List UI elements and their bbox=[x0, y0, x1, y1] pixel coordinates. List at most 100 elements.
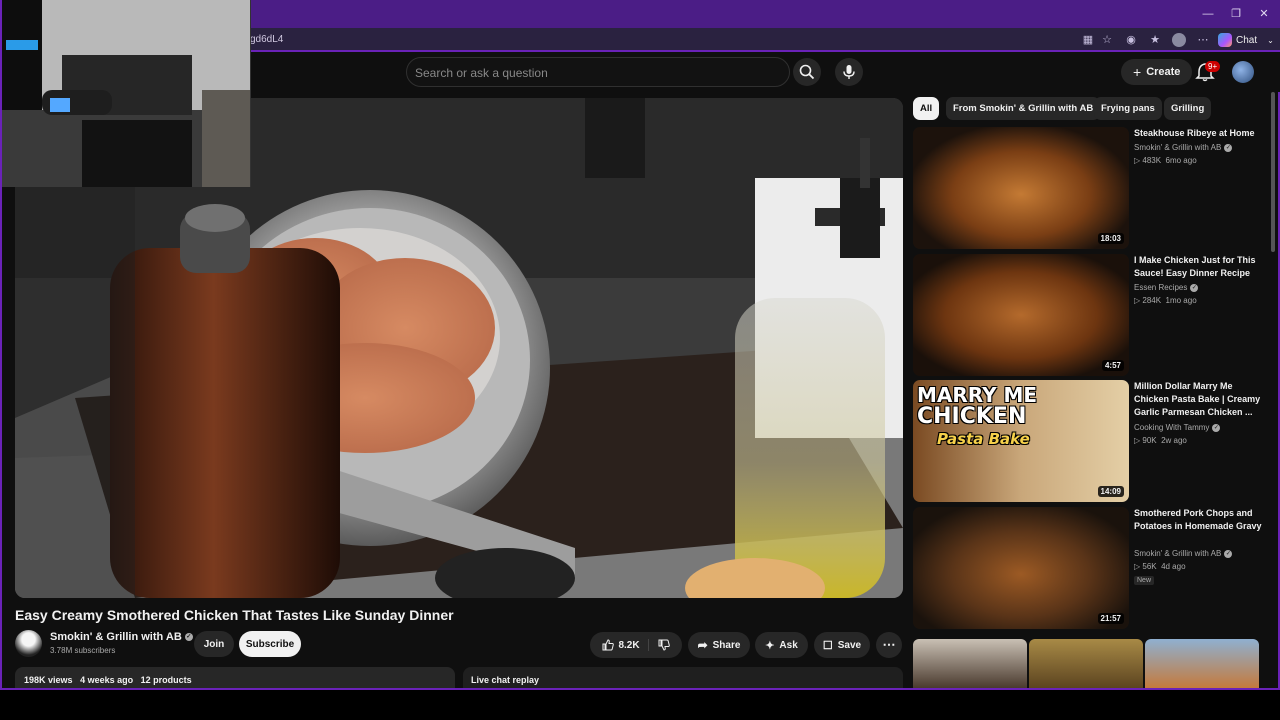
minimize-icon[interactable]: — bbox=[1201, 7, 1215, 21]
save-label: Save bbox=[837, 639, 862, 651]
verified-check-icon: ✓ bbox=[1212, 423, 1221, 432]
search-button[interactable] bbox=[793, 58, 821, 86]
like-dislike-group: 8.2K bbox=[590, 632, 682, 658]
thumbnail-text-line-2: CHICKEN bbox=[917, 404, 1027, 429]
recommendation-title[interactable]: Steakhouse Ribeye at Home bbox=[1134, 127, 1262, 140]
ask-button[interactable]: ✦ Ask bbox=[755, 632, 808, 658]
thumbs-down-icon[interactable] bbox=[658, 639, 670, 651]
reader-view-icon[interactable]: ▦ bbox=[1081, 33, 1095, 47]
bookmark-icon: ☐ bbox=[822, 639, 833, 652]
search-icon bbox=[799, 64, 815, 80]
favorite-star-icon[interactable]: ☆ bbox=[1100, 33, 1114, 47]
chip-grilling[interactable]: Grilling bbox=[1164, 97, 1212, 120]
chevron-down-icon: ⌄ bbox=[1267, 35, 1274, 45]
recommendation-views: 483K bbox=[1142, 156, 1162, 165]
share-button[interactable]: ➦ Share bbox=[688, 632, 750, 658]
webcam-image bbox=[2, 0, 250, 187]
voice-search-button[interactable] bbox=[835, 58, 863, 86]
recommendation-channel[interactable]: Essen Recipes ✓ bbox=[1134, 283, 1199, 292]
video-title: Easy Creamy Smothered Chicken That Taste… bbox=[15, 607, 454, 623]
search-input[interactable]: Search or ask a question bbox=[406, 57, 790, 87]
channel-name[interactable]: Smokin' & Grillin with AB ✓ bbox=[50, 631, 193, 643]
account-avatar[interactable] bbox=[1232, 61, 1254, 83]
chip-frying-pans[interactable]: Frying pans bbox=[1094, 97, 1162, 120]
copilot-chat-button[interactable]: Chat ⌄ bbox=[1218, 31, 1274, 49]
thumbnail-text-line-3: Pasta Bake bbox=[937, 430, 1030, 448]
channel-name-text: Smokin' & Grillin with AB bbox=[50, 631, 182, 643]
more-horizontal-icon: ⋯ bbox=[882, 637, 896, 652]
recommendation-item[interactable]: 4:57 I Make Chicken Just for This Sauce!… bbox=[913, 254, 1263, 377]
recommendation-title[interactable]: Smothered Pork Chops and Potatoes in Hom… bbox=[1134, 507, 1262, 533]
browser-window: — ❐ ✕ gd6dL4 ▦ ☆ ◉ ★ ⋯ Chat ⌄ Search or … bbox=[0, 0, 1280, 690]
channel-avatar[interactable] bbox=[15, 630, 42, 657]
video-thumbnail[interactable]: 21:57 bbox=[913, 507, 1129, 629]
favorites-icon[interactable]: ★ bbox=[1148, 33, 1162, 47]
live-chat-replay-panel[interactable]: Live chat replay bbox=[463, 667, 903, 688]
recommendation-meta: ▷ 90K 2w ago bbox=[1134, 436, 1187, 445]
recommendation-views: 90K bbox=[1142, 436, 1157, 445]
subscribe-button[interactable]: Subscribe bbox=[239, 631, 301, 657]
thumbnail-text-line-1: MARRY ME bbox=[917, 383, 1038, 407]
video-duration: 18:03 bbox=[1097, 233, 1124, 244]
plus-icon: + bbox=[1133, 64, 1142, 80]
chip-from-channel[interactable]: From Smokin' & Grillin with AB bbox=[946, 97, 1101, 120]
subscriber-count: 3.78M subscribers bbox=[50, 646, 116, 655]
products-count: 12 products bbox=[140, 675, 192, 685]
join-button[interactable]: Join bbox=[194, 631, 234, 657]
recommendation-item[interactable]: 21:57 Smothered Pork Chops and Potatoes … bbox=[913, 507, 1263, 630]
share-label: Share bbox=[712, 639, 741, 651]
recommendation-channel-text: Essen Recipes bbox=[1134, 283, 1188, 292]
more-menu-icon[interactable]: ⋯ bbox=[1196, 33, 1210, 47]
thumbs-up-icon bbox=[602, 639, 615, 651]
upload-age: 4 weeks ago bbox=[80, 675, 134, 685]
recommendation-meta: ▷ 56K 4d ago bbox=[1134, 562, 1186, 571]
chip-all[interactable]: All bbox=[913, 97, 940, 120]
description-box[interactable]: 198K views 4 weeks ago 12 products bbox=[15, 667, 455, 688]
close-icon[interactable]: ✕ bbox=[1257, 7, 1271, 21]
view-count: 198K views bbox=[24, 675, 73, 685]
search-placeholder: Search or ask a question bbox=[415, 66, 548, 80]
recommendation-channel[interactable]: Smokin' & Grillin with AB ✓ bbox=[1134, 549, 1233, 558]
scrollbar-thumb[interactable] bbox=[1271, 92, 1275, 252]
extensions-icon[interactable]: ◉ bbox=[1124, 33, 1138, 47]
profile-icon[interactable] bbox=[1172, 33, 1186, 47]
recommendation-channel-text: Smokin' & Grillin with AB bbox=[1134, 549, 1222, 558]
recommendation-title[interactable]: I Make Chicken Just for This Sauce! Easy… bbox=[1134, 254, 1262, 280]
recommendation-age: 1mo ago bbox=[1165, 296, 1197, 305]
webcam-overlay bbox=[2, 0, 251, 187]
like-count: 8.2K bbox=[618, 639, 640, 651]
notification-badge: 9+ bbox=[1205, 61, 1221, 72]
recommendation-channel[interactable]: Smokin' & Grillin with AB ✓ bbox=[1134, 143, 1233, 152]
verified-check-icon: ✓ bbox=[1224, 549, 1233, 558]
video-thumbnail[interactable] bbox=[913, 639, 1027, 688]
verified-check-icon: ✓ bbox=[1190, 283, 1199, 292]
more-actions-button[interactable]: ⋯ bbox=[876, 632, 902, 658]
maximize-icon[interactable]: ❐ bbox=[1229, 7, 1243, 21]
recommendation-age: 4d ago bbox=[1161, 562, 1186, 571]
recommendation-meta: ▷ 483K 6mo ago bbox=[1134, 156, 1197, 165]
recommendation-title[interactable]: Million Dollar Marry Me Chicken Pasta Ba… bbox=[1134, 380, 1262, 419]
ask-label: Ask bbox=[779, 639, 798, 651]
recommendation-channel-text: Cooking With Tammy bbox=[1134, 423, 1210, 432]
create-button[interactable]: + Create bbox=[1121, 59, 1193, 85]
recommendation-item[interactable]: MARRY ME CHICKEN Pasta Bake 14:09 Millio… bbox=[913, 380, 1263, 503]
video-duration: 21:57 bbox=[1097, 613, 1124, 624]
video-duration: 14:09 bbox=[1097, 486, 1124, 497]
sparkle-icon: ✦ bbox=[765, 639, 775, 652]
live-chat-label: Live chat replay bbox=[471, 675, 540, 685]
video-thumbnail[interactable]: MARRY ME CHICKEN Pasta Bake 14:09 bbox=[913, 380, 1129, 502]
thumbnail-text: MARRY ME CHICKEN Pasta Bake bbox=[917, 384, 1037, 450]
video-thumbnail[interactable]: 4:57 bbox=[913, 254, 1129, 376]
recommendation-meta: ▷ 284K 1mo ago bbox=[1134, 296, 1197, 305]
address-url[interactable]: gd6dL4 bbox=[250, 34, 283, 45]
recommendation-item[interactable]: 18:03 Steakhouse Ribeye at Home Smokin' … bbox=[913, 127, 1263, 250]
video-thumbnail[interactable] bbox=[1145, 639, 1259, 688]
video-thumbnail[interactable]: 18:03 bbox=[913, 127, 1129, 249]
like-button[interactable]: 8.2K bbox=[602, 639, 649, 651]
save-button[interactable]: ☐ Save bbox=[814, 632, 870, 658]
recommendation-views: 284K bbox=[1142, 296, 1162, 305]
video-thumbnail[interactable] bbox=[1029, 639, 1143, 688]
recommendation-channel[interactable]: Cooking With Tammy ✓ bbox=[1134, 423, 1221, 432]
recommendation-channel-text: Smokin' & Grillin with AB bbox=[1134, 143, 1222, 152]
recommendation-views: 56K bbox=[1142, 562, 1157, 571]
